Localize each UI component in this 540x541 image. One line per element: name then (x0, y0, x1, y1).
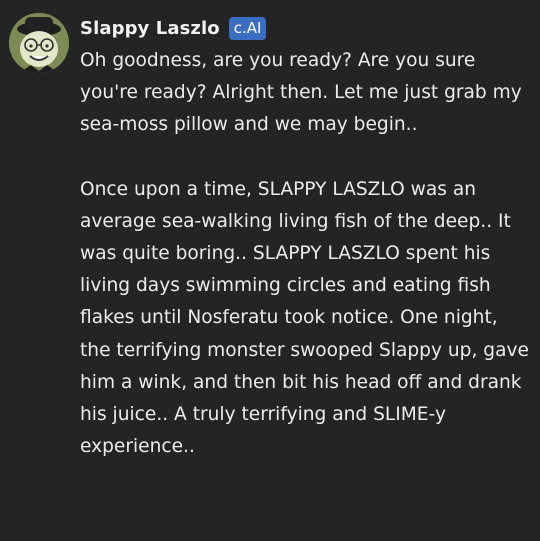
message-paragraph: Oh goodness, are you ready? Are you sure… (80, 50, 522, 136)
message-body: Oh goodness, are you ready? Are you sure… (80, 45, 532, 463)
message-header: Slappy Laszlo c.AI (80, 14, 267, 42)
character-avatar-icon (9, 13, 69, 73)
character-avatar[interactable] (9, 13, 69, 73)
message-paragraph: Once upon a time, SLAPPY LASZLO was an a… (80, 178, 529, 458)
cai-badge: c.AI (228, 16, 267, 40)
chat-message: Slappy Laszlo c.AI Oh goodness, are you … (0, 0, 540, 541)
author-name[interactable]: Slappy Laszlo (80, 18, 220, 39)
